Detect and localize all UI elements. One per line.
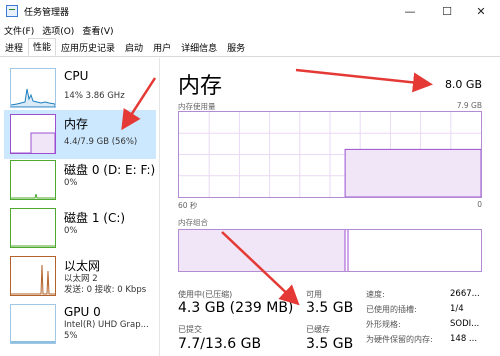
arrow-to-total (295, 68, 433, 93)
annotation-arrows (121, 68, 433, 306)
arrow-to-memory-item (121, 77, 157, 131)
arrow-to-available (221, 231, 300, 306)
